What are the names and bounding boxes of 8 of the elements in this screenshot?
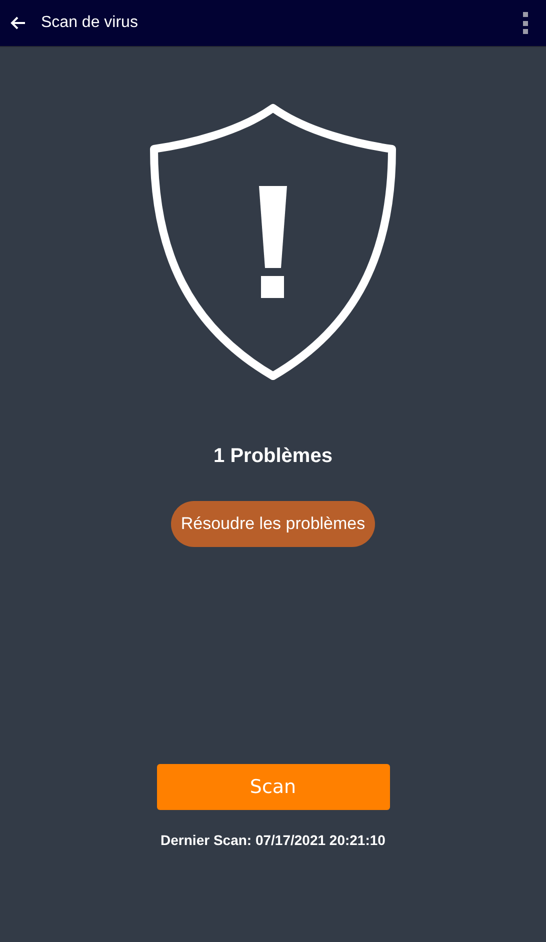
scan-button[interactable]: Scan: [156, 764, 390, 810]
shield-warning-icon: [149, 102, 397, 382]
last-scan-text: Dernier Scan: 07/17/2021 20:21:10: [160, 831, 386, 850]
more-options-button[interactable]: [521, 12, 529, 34]
back-button[interactable]: [9, 14, 27, 32]
problems-count: 1 Problèmes: [214, 444, 332, 469]
resolve-problems-button[interactable]: Résoudre les problèmes: [170, 501, 376, 547]
screen-title: Scan de virus: [41, 13, 138, 33]
